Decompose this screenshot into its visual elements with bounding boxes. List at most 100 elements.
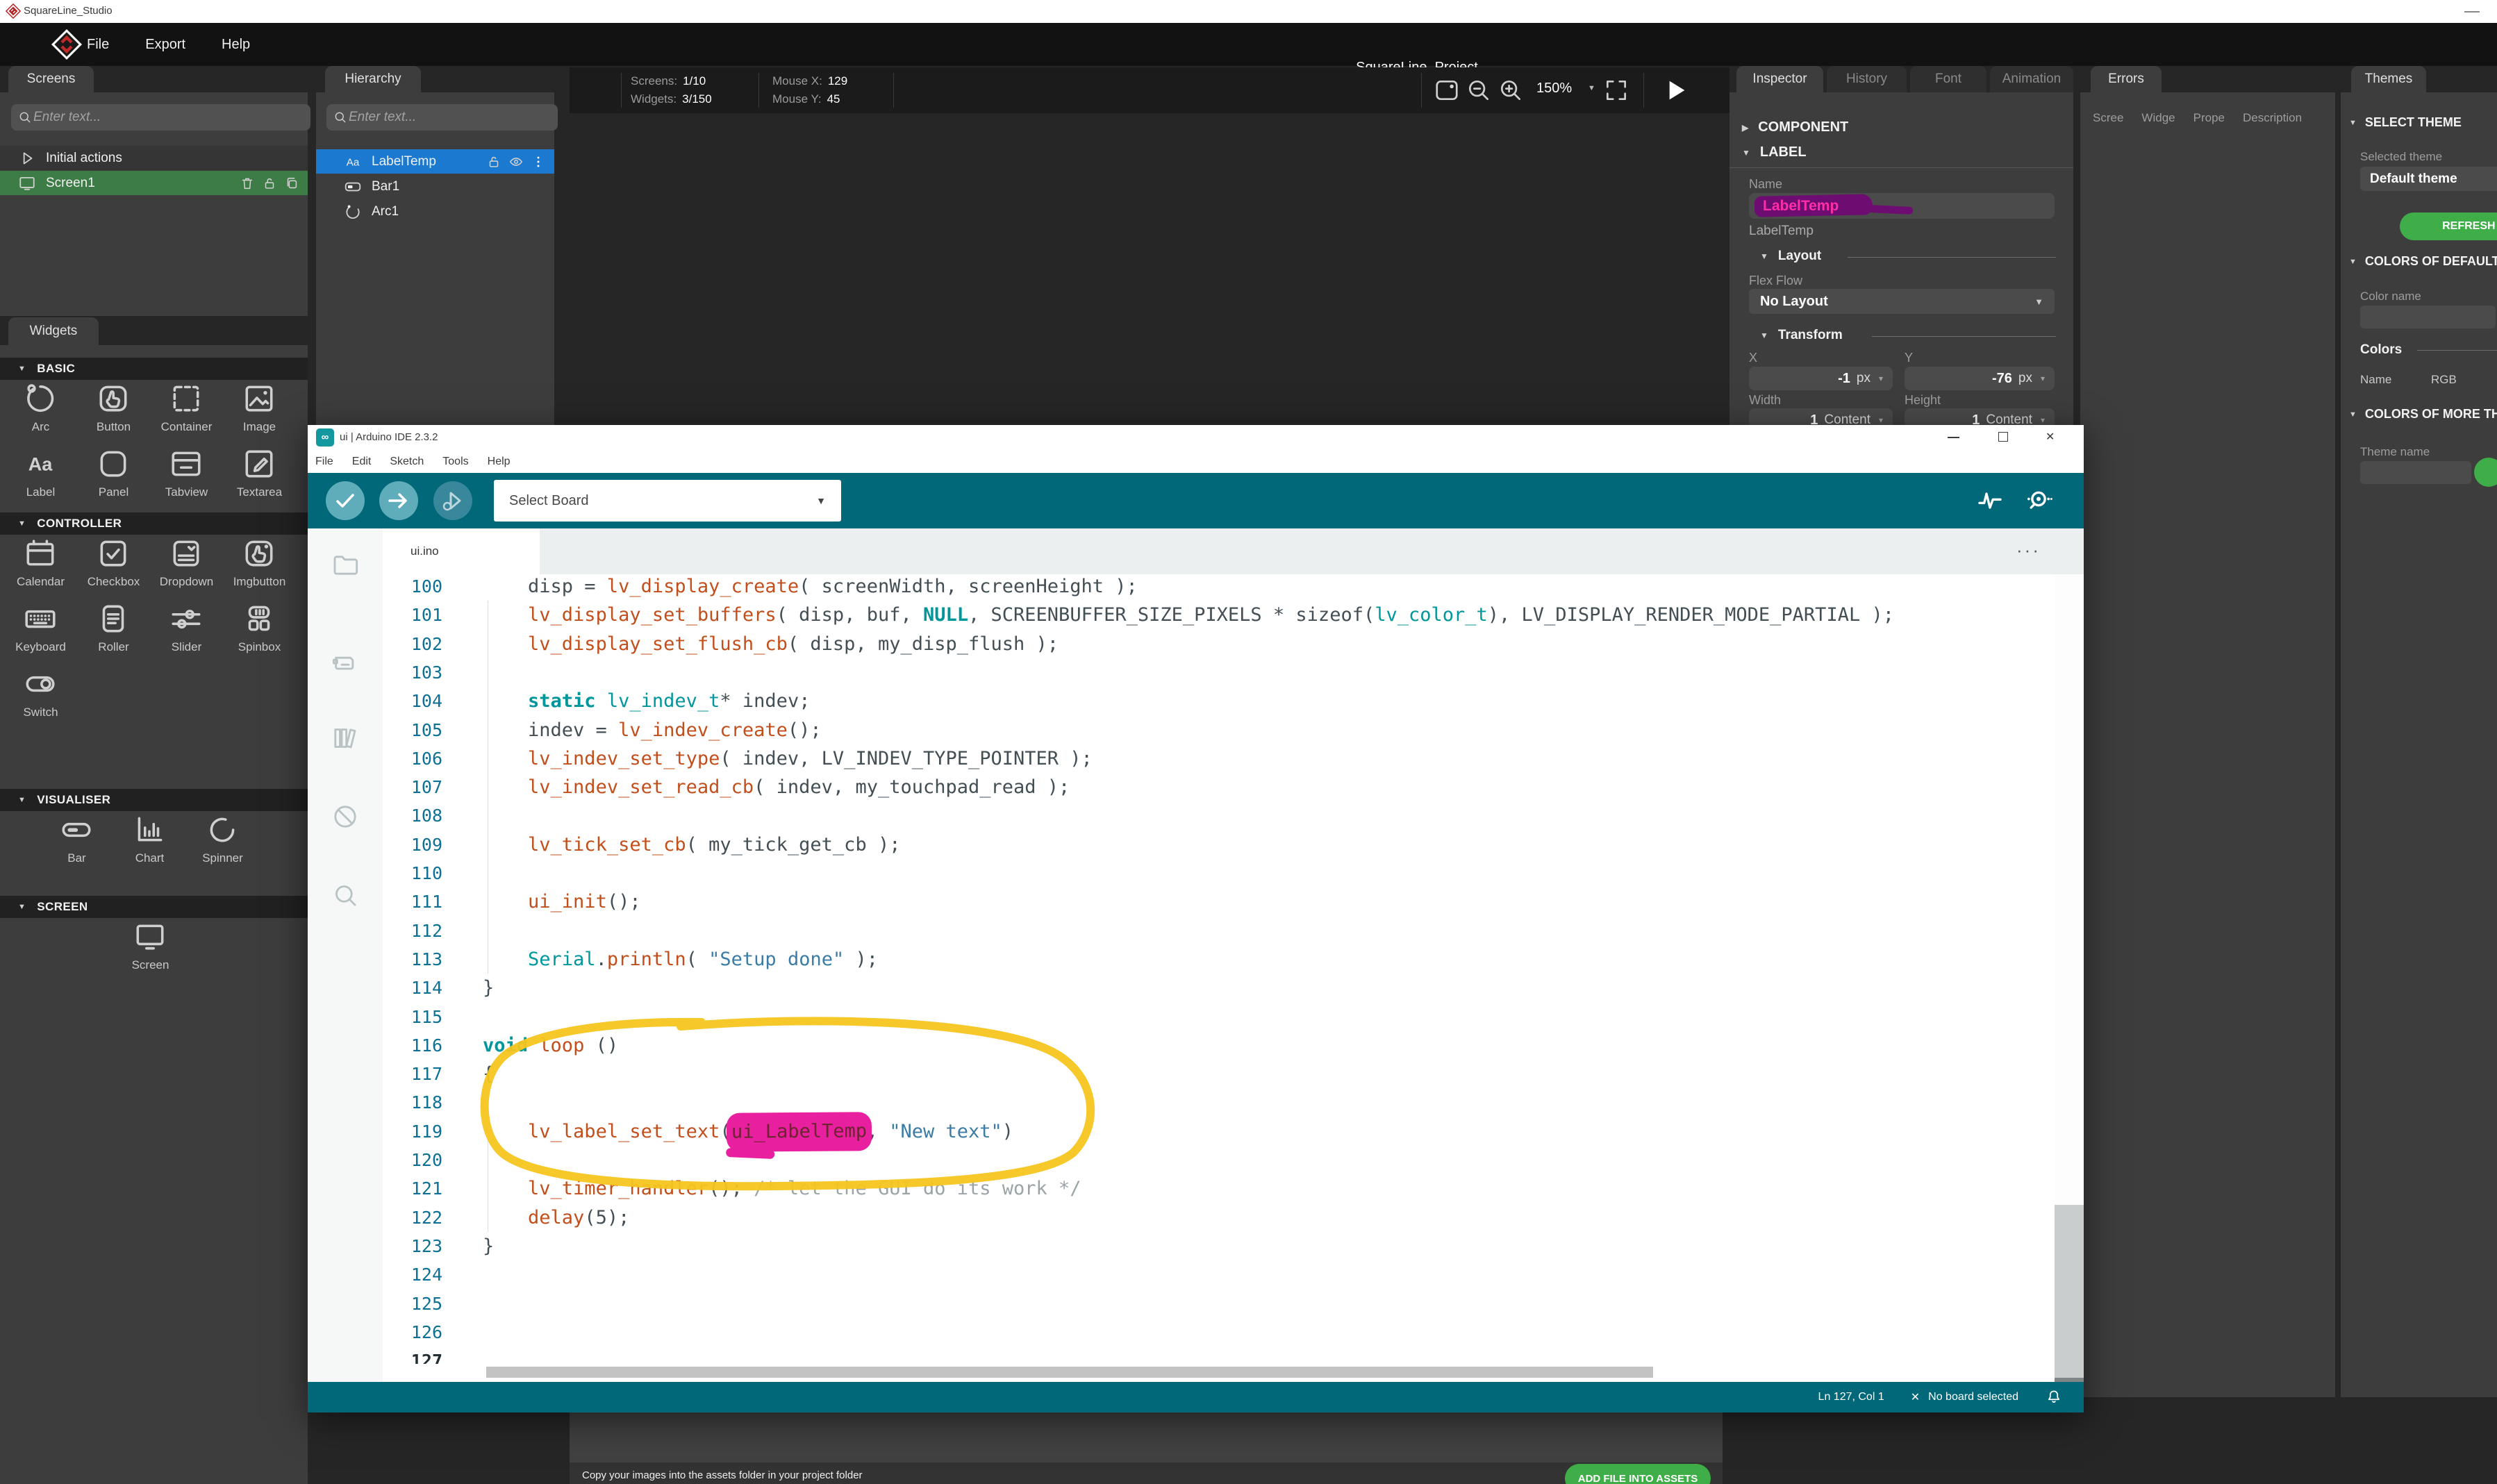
hierarchy-search-input[interactable] (347, 109, 551, 126)
code-line-124[interactable]: 124 (383, 1260, 2055, 1290)
horizontal-scrollbar[interactable] (383, 1364, 2055, 1382)
refresh-all-screens-button[interactable]: REFRESH ALL SC (2400, 212, 2497, 240)
screens-item-initial-actions[interactable]: Initial actions (0, 146, 308, 170)
arduino-menu-help[interactable]: Help (488, 456, 511, 468)
code-line-119[interactable]: 119 lv_label_set_text(ui_LabelTemp, "New… (383, 1117, 2055, 1147)
widget-item-switch[interactable]: Switch (4, 665, 77, 731)
code-line-117[interactable]: 117 { (383, 1060, 2055, 1089)
tab-history[interactable]: History (1827, 66, 1907, 92)
zoom-caret-icon[interactable]: ▼ (1588, 84, 1595, 92)
add-file-into-assets-button[interactable]: ADD FILE INTO ASSETS (1565, 1464, 1711, 1484)
errors-col-scree[interactable]: Scree (2093, 111, 2123, 125)
sketchbook-icon[interactable] (331, 551, 359, 578)
upload-button[interactable] (379, 481, 418, 520)
debug-button[interactable] (433, 481, 472, 520)
code-line-114[interactable]: 114 } (383, 974, 2055, 1003)
flex-flow-dropdown[interactable]: No Layout ▼ (1749, 289, 2055, 314)
serial-plotter-icon[interactable] (1976, 487, 2004, 515)
code-line-100[interactable]: 100 disp = lv_display_create( screenWidt… (383, 574, 2055, 601)
delete-icon[interactable] (240, 176, 255, 191)
code-line-106[interactable]: 106 lv_indev_set_type( indev, LV_INDEV_T… (383, 744, 2055, 774)
tab-inspector[interactable]: Inspector (1736, 66, 1823, 92)
widget-item-keyboard[interactable]: Keyboard (4, 600, 77, 665)
tab-animation[interactable]: Animation (1990, 66, 2073, 92)
widget-item-arc[interactable]: Arc (4, 380, 77, 445)
serial-monitor-icon[interactable] (2025, 487, 2052, 515)
tab-font[interactable]: Font (1910, 66, 1986, 92)
horizontal-scrollbar-thumb[interactable] (486, 1367, 1653, 1378)
tab-hierarchy[interactable]: Hierarchy (325, 66, 421, 92)
tab-themes[interactable]: Themes (2351, 66, 2426, 92)
widget-section-screen[interactable]: ▼SCREEN (0, 896, 308, 918)
arduino-menu-sketch[interactable]: Sketch (390, 456, 424, 468)
section-layout[interactable]: ▼Layout (1760, 249, 1821, 264)
widget-item-image[interactable]: Image (223, 380, 296, 445)
debug-panel-icon[interactable] (331, 803, 359, 831)
widget-item-dropdown[interactable]: Dropdown (150, 535, 223, 600)
board-selector[interactable]: Select Board ▼ (494, 480, 841, 522)
errors-col-widge[interactable]: Widge (2141, 111, 2175, 125)
verify-button[interactable] (326, 481, 365, 520)
widget-section-controller[interactable]: ▼CONTROLLER (0, 512, 308, 535)
eye-icon[interactable] (508, 154, 524, 169)
width-input[interactable]: 1Content▾ (1749, 408, 1893, 426)
zoom-in-icon[interactable] (1498, 77, 1524, 103)
code-line-102[interactable]: 102 lv_display_set_flush_cb( disp, my_di… (383, 630, 2055, 659)
errors-col-prope[interactable]: Prope (2193, 111, 2225, 125)
hierarchy-item-labeltemp[interactable]: Aa LabelTemp (316, 149, 554, 174)
code-line-122[interactable]: 122 delay(5); (383, 1203, 2055, 1233)
fit-image-icon[interactable] (1434, 77, 1460, 103)
widget-item-checkbox[interactable]: Checkbox (77, 535, 150, 600)
minimize-icon[interactable] (1948, 437, 1959, 438)
x-input[interactable]: -1px▾ (1749, 367, 1893, 390)
section-component[interactable]: ▶COMPONENT (1742, 119, 1848, 135)
color-name-input[interactable] (2360, 306, 2496, 328)
code-line-123[interactable]: 123 } (383, 1232, 2055, 1261)
tab-screens[interactable]: Screens (8, 66, 94, 92)
code-line-125[interactable]: 125 (383, 1290, 2055, 1319)
code-line-112[interactable]: 112 (383, 917, 2055, 946)
widget-section-visualiser[interactable]: ▼VISUALISER (0, 789, 308, 811)
code-editor[interactable]: 100 disp = lv_display_create( screenWidt… (383, 574, 2055, 1364)
menu-help[interactable]: Help (222, 37, 250, 53)
code-line-108[interactable]: 108 (383, 801, 2055, 831)
zoom-out-icon[interactable] (1466, 77, 1492, 103)
unlock-icon[interactable] (262, 176, 277, 191)
arduino-menu-edit[interactable]: Edit (352, 456, 372, 468)
arduino-menu-tools[interactable]: Tools (442, 456, 468, 468)
section-transform[interactable]: ▼Transform (1760, 328, 1843, 343)
widget-item-label[interactable]: Aa Label (4, 445, 77, 510)
code-line-116[interactable]: 116 void loop () (383, 1031, 2055, 1060)
name-input[interactable]: LabelTemp (1749, 193, 2055, 219)
code-line-107[interactable]: 107 lv_indev_set_read_cb( indev, my_touc… (383, 773, 2055, 802)
close-icon[interactable]: ✕ (1911, 1390, 1920, 1404)
zoom-level[interactable]: 150% (1536, 81, 1572, 97)
screens-search-input[interactable] (32, 109, 304, 126)
theme-name-input[interactable] (2360, 461, 2471, 484)
widget-item-textarea[interactable]: Textarea (223, 445, 296, 510)
os-minimize-button[interactable] (2464, 11, 2480, 12)
code-line-118[interactable]: 118 (383, 1088, 2055, 1117)
screens-search[interactable] (11, 104, 310, 131)
notification-bell-icon[interactable] (2045, 1388, 2063, 1406)
menu-export[interactable]: Export (145, 37, 185, 53)
code-line-101[interactable]: 101 lv_display_set_buffers( disp, buf, N… (383, 601, 2055, 630)
widget-item-chart[interactable]: Chart (113, 811, 186, 876)
widget-item-button[interactable]: Button (77, 380, 150, 445)
code-line-103[interactable]: 103 (383, 658, 2055, 687)
selected-theme-dropdown[interactable]: Default theme (2360, 167, 2497, 191)
code-line-121[interactable]: 121 lv_timer_handler(); /* let the GUI d… (383, 1174, 2055, 1203)
widget-item-container[interactable]: Container (150, 380, 223, 445)
tab-ui-ino[interactable]: ui.ino (383, 528, 540, 574)
unlock-icon[interactable] (486, 154, 501, 169)
maximize-icon[interactable] (1998, 432, 2008, 442)
more-options-icon[interactable] (531, 154, 546, 169)
tab-overflow-menu-icon[interactable]: ··· (2016, 540, 2041, 561)
hierarchy-item-arc1[interactable]: Arc1 (316, 199, 554, 224)
widget-item-panel[interactable]: Panel (77, 445, 150, 510)
height-input[interactable]: 1Content▾ (1905, 408, 2055, 426)
section-select-theme[interactable]: ▼SELECT THEME (2349, 115, 2462, 130)
widget-item-bar[interactable]: Bar (40, 811, 113, 876)
tab-errors[interactable]: Errors (2091, 66, 2162, 92)
search-panel-icon[interactable] (331, 881, 359, 909)
